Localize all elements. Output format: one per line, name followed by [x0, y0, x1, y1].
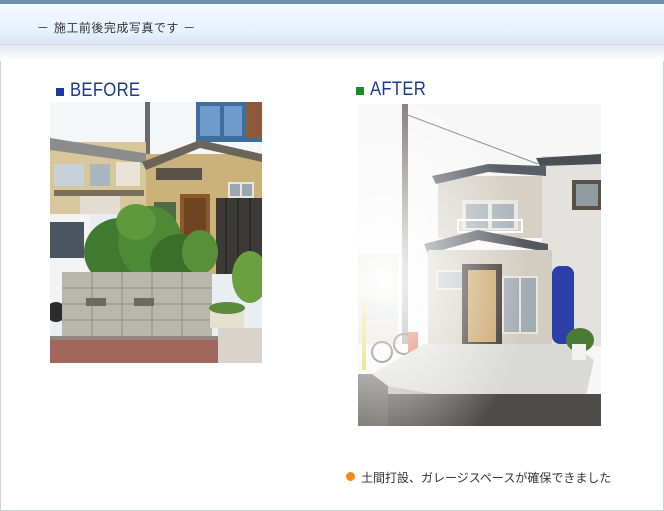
page-header: － 施工前後完成写真です －	[0, 4, 664, 45]
header-shadow	[0, 45, 664, 61]
before-label: BEFORE	[70, 80, 141, 101]
after-caption: 土間打設、ガレージスペースが確保できました	[361, 471, 612, 485]
after-square-icon	[356, 87, 364, 95]
after-label: AFTER	[370, 79, 427, 100]
page-title: － 施工前後完成写真です －	[37, 21, 196, 35]
before-photo	[50, 102, 262, 363]
after-photo	[358, 104, 601, 426]
before-square-icon	[56, 88, 64, 96]
caption-bullet-icon	[346, 472, 355, 481]
